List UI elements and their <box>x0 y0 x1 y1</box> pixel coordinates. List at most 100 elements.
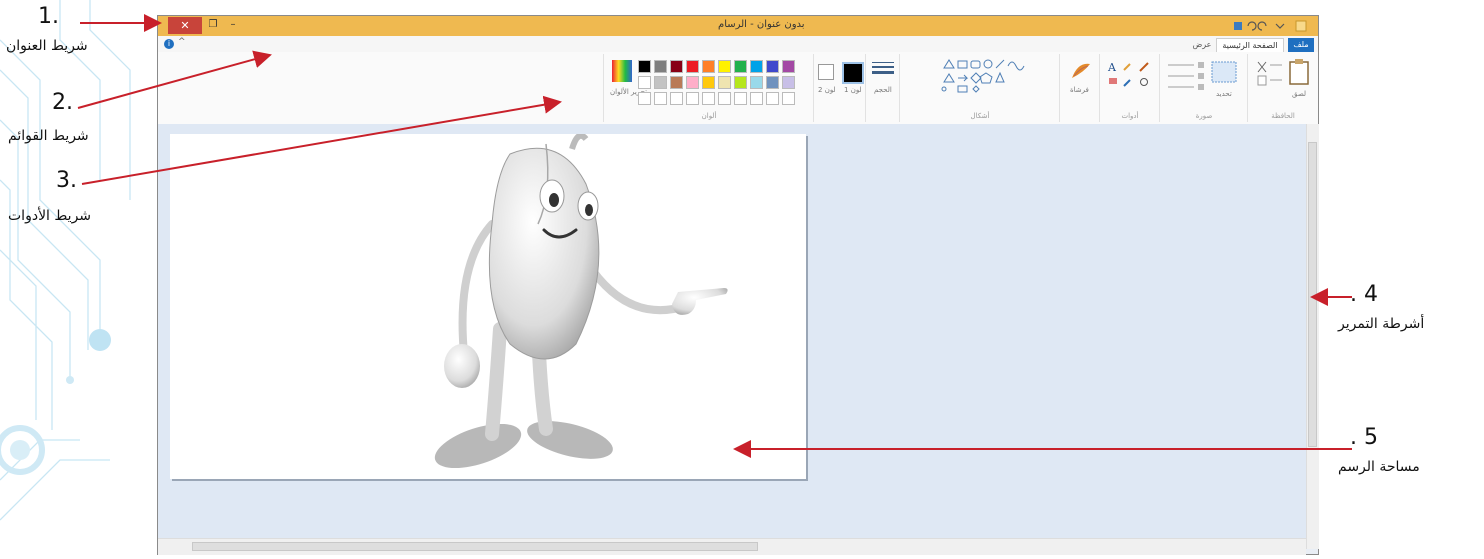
redo-icon[interactable] <box>1257 21 1267 31</box>
brushes-group: فرشاة <box>1059 54 1100 122</box>
custom-color-slot[interactable] <box>782 92 795 105</box>
vertical-scroll-thumb[interactable] <box>1308 142 1317 447</box>
color-swatch[interactable] <box>782 60 795 73</box>
image-tools-icons[interactable] <box>1166 60 1206 94</box>
horizontal-scrollbar[interactable] <box>158 538 1306 555</box>
tab-file[interactable]: ملف <box>1288 38 1314 52</box>
eraser-icon <box>1109 78 1117 84</box>
size-group: الحجم <box>865 54 900 122</box>
colors-group: تحرير الألوان ألوان <box>603 54 814 122</box>
paint-window: ✕ ❐ – بدون عنوان - الرسام i ^ ملف الصفحة… <box>157 15 1319 555</box>
workspace <box>158 124 1306 549</box>
annotation-2-number: 2. <box>52 90 73 115</box>
color-swatch[interactable] <box>654 76 667 89</box>
annotation-4-label: أشرطة التمرير <box>1338 316 1425 332</box>
brushes-label: فرشاة <box>1070 86 1089 94</box>
color2-swatch[interactable] <box>818 64 834 80</box>
annotation-5-label: مساحة الرسم <box>1338 459 1420 475</box>
window-title: بدون عنوان - الرسام <box>718 19 805 30</box>
custom-color-slot[interactable] <box>670 92 683 105</box>
edit-colors-icon[interactable] <box>612 60 632 82</box>
fill-tool-icon <box>1123 63 1131 71</box>
custom-color-slot[interactable] <box>654 92 667 105</box>
custom-color-slot[interactable] <box>718 92 731 105</box>
color-swatch[interactable] <box>654 60 667 73</box>
image-group: تحديد صورة <box>1159 54 1248 122</box>
shapes-group: أشكال <box>899 54 1060 122</box>
custom-color-slot[interactable] <box>750 92 763 105</box>
drawing-area[interactable] <box>170 132 806 479</box>
paste-icon[interactable] <box>1288 58 1312 86</box>
color-swatch[interactable] <box>670 76 683 89</box>
help-icon[interactable]: i <box>164 39 174 49</box>
color-swatch[interactable] <box>766 60 779 73</box>
horizontal-scroll-thumb[interactable] <box>192 542 758 551</box>
pencil-icon <box>1139 62 1149 72</box>
color-swatch[interactable] <box>734 76 747 89</box>
select-icon[interactable] <box>1210 60 1240 88</box>
annotation-4-number: . 4 <box>1350 282 1378 307</box>
undo-icon[interactable] <box>1247 21 1257 31</box>
mouse-character-image <box>434 132 728 469</box>
color-swatch[interactable] <box>750 60 763 73</box>
color-swatch[interactable] <box>686 60 699 73</box>
color-swatch[interactable] <box>734 60 747 73</box>
custom-color-slot[interactable] <box>702 92 715 105</box>
color-swatch[interactable] <box>686 76 699 89</box>
custom-color-slot[interactable] <box>686 92 699 105</box>
menu-bar: i ^ ملف الصفحة الرئيسية عرض <box>158 36 1318 53</box>
color-swatch[interactable] <box>782 76 795 89</box>
paste-label: لصق <box>1292 90 1307 98</box>
color-swatch[interactable] <box>670 60 683 73</box>
shapes-gallery-icon[interactable] <box>940 58 1050 94</box>
annotation-3-number: 3. <box>56 168 77 193</box>
custom-color-slot[interactable] <box>638 92 651 105</box>
save-icon[interactable] <box>1234 22 1242 30</box>
custom-color-slot[interactable] <box>734 92 747 105</box>
tab-home[interactable]: الصفحة الرئيسية <box>1216 38 1284 53</box>
color-picker-icon <box>1123 79 1131 87</box>
color-swatch[interactable] <box>702 60 715 73</box>
color-palette <box>638 60 808 110</box>
color2-label: لون 2 <box>818 86 836 94</box>
custom-color-slot[interactable] <box>766 92 779 105</box>
clipboard-group: لصق الحافظة <box>1247 54 1318 122</box>
color-swatch[interactable] <box>718 76 731 89</box>
annotation-3-label: شريط الأدوات <box>8 208 92 224</box>
select-label: تحديد <box>1216 90 1232 98</box>
color1-swatch[interactable] <box>842 62 864 84</box>
color1-label: لون 1 <box>844 86 862 94</box>
line-size-icon[interactable] <box>872 60 894 78</box>
color-swatch[interactable] <box>750 76 763 89</box>
annotation-1-number: 1. <box>38 4 59 29</box>
cut-icon <box>1257 61 1267 73</box>
annotation-2-label: شريط القوائم <box>8 128 89 144</box>
collapse-ribbon-icon[interactable]: ^ <box>178 37 186 47</box>
restore-button[interactable]: ❐ <box>206 18 220 32</box>
tab-view[interactable]: عرض <box>1190 38 1214 52</box>
cut-copy-icons[interactable] <box>1254 60 1284 88</box>
copy-icon <box>1257 75 1267 86</box>
magnifier-icon <box>1140 78 1148 86</box>
tools-icons[interactable]: A <box>1106 60 1154 90</box>
annotation-1-label: شريط العنوان <box>6 38 88 54</box>
quick-access-toolbar[interactable] <box>1232 19 1312 33</box>
color-swatch[interactable] <box>766 76 779 89</box>
active-colors-group: لون 1 لون 2 <box>813 54 866 122</box>
title-bar: ✕ ❐ – بدون عنوان - الرسام <box>158 16 1318 36</box>
color-swatch[interactable] <box>638 76 651 89</box>
chevron-down-icon[interactable] <box>1275 23 1285 29</box>
color-swatch[interactable] <box>702 76 715 89</box>
ribbon-toolbar: تحرير الألوان ألوان لون 1 لون 2 الحجم أش… <box>158 52 1318 125</box>
brush-icon[interactable] <box>1070 60 1092 80</box>
vertical-scrollbar[interactable] <box>1306 124 1319 549</box>
minimize-button[interactable]: – <box>226 18 240 32</box>
tools-group: A أدوات <box>1099 54 1160 122</box>
size-label: الحجم <box>874 86 892 94</box>
clipboard-group-label: الحافظة <box>1271 112 1295 120</box>
close-button[interactable]: ✕ <box>168 17 202 34</box>
color-swatch[interactable] <box>638 60 651 73</box>
color-swatch[interactable] <box>718 60 731 73</box>
paint-app-icon <box>1295 20 1307 32</box>
tools-group-label: أدوات <box>1121 112 1139 120</box>
